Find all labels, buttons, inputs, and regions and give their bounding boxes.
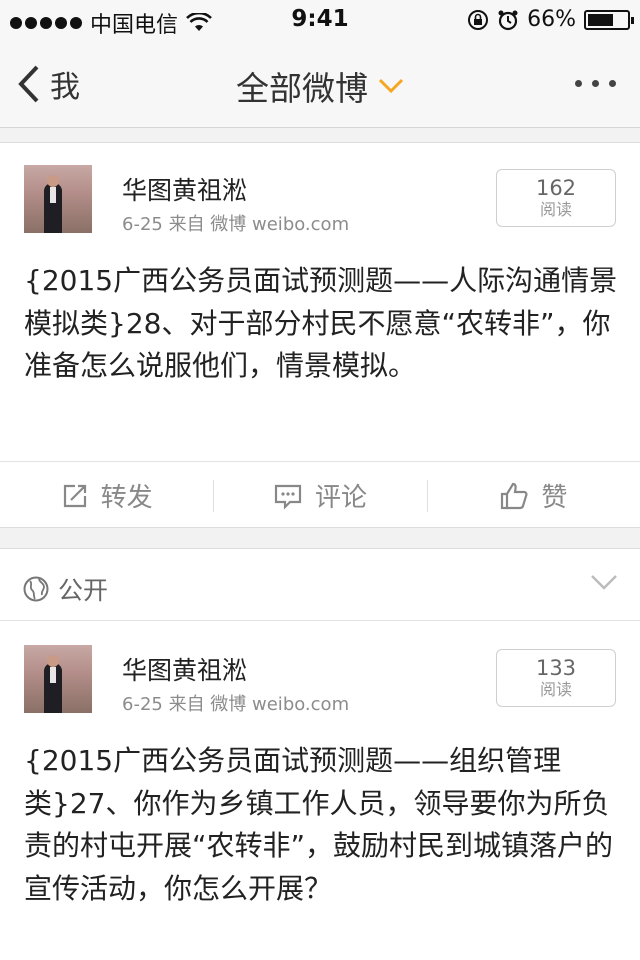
alarm-icon [498,10,518,30]
comment-label: 评论 [314,483,367,513]
repost-label: 转发 [100,483,153,513]
feed-card[interactable]: 华图黄祖淞 6-25 来自 微博 weibo.com 162 阅读 {2015广… [0,142,640,528]
nav-title-wrap: 全部微博 [0,62,640,110]
comment-icon [274,484,302,510]
read-label: 阅读 [539,680,572,699]
chevron-down-icon[interactable] [590,573,618,591]
read-count: 133 [535,656,577,680]
more-button[interactable] [575,80,616,87]
read-count-badge[interactable]: 162 阅读 [496,169,616,227]
nav-bar: 我 全部微博 [0,40,640,128]
like-label: 赞 [541,483,568,513]
rotation-lock-icon [468,9,489,30]
page-title: 全部微博 [236,69,368,108]
post-meta: 6-25 来自 微博 weibo.com [122,694,350,715]
read-count-badge[interactable]: 133 阅读 [496,649,616,707]
more-dot-icon [592,80,599,87]
post-text[interactable]: {2015广西公务员面试预测题——组织管理类}27、你作为乡镇工作人员，领导要你… [24,740,620,910]
feed-card[interactable]: 公开 华图黄祖淞 6-25 来自 微博 weibo.com 133 阅读 {20… [0,548,640,960]
status-bar: 中国电信 9:41 66% [0,0,640,40]
post-meta: 6-25 来自 微博 weibo.com [122,214,350,235]
chevron-down-icon [378,78,404,94]
group-selector[interactable]: 全部微博 [236,62,404,110]
visibility-label: 公开 [58,576,109,605]
thumbs-up-icon [501,482,528,509]
visibility-label-wrap[interactable]: 公开 [22,571,108,607]
globe-icon [23,576,49,602]
comment-button[interactable]: 评论 [213,462,426,529]
battery-percent: 66% [527,7,576,32]
username[interactable]: 华图黄祖淞 [122,651,247,687]
post-text[interactable]: {2015广西公务员面试预测题——人际沟通情景模拟类}28、对于部分村民不愿意“… [24,260,620,388]
avatar[interactable] [24,165,92,233]
like-button[interactable]: 赞 [426,462,640,529]
username[interactable]: 华图黄祖淞 [122,171,247,207]
battery-icon [584,9,634,30]
visibility-row: 公开 [0,549,640,621]
repost-button[interactable]: 转发 [0,462,213,529]
more-dot-icon [575,80,582,87]
more-dot-icon [609,80,616,87]
repost-icon [63,484,86,507]
action-bar: 转发 评论 赞 [0,461,640,529]
read-label: 阅读 [539,200,572,219]
read-count: 162 [535,176,577,200]
avatar[interactable] [24,645,92,713]
status-right: 66% [467,7,634,32]
